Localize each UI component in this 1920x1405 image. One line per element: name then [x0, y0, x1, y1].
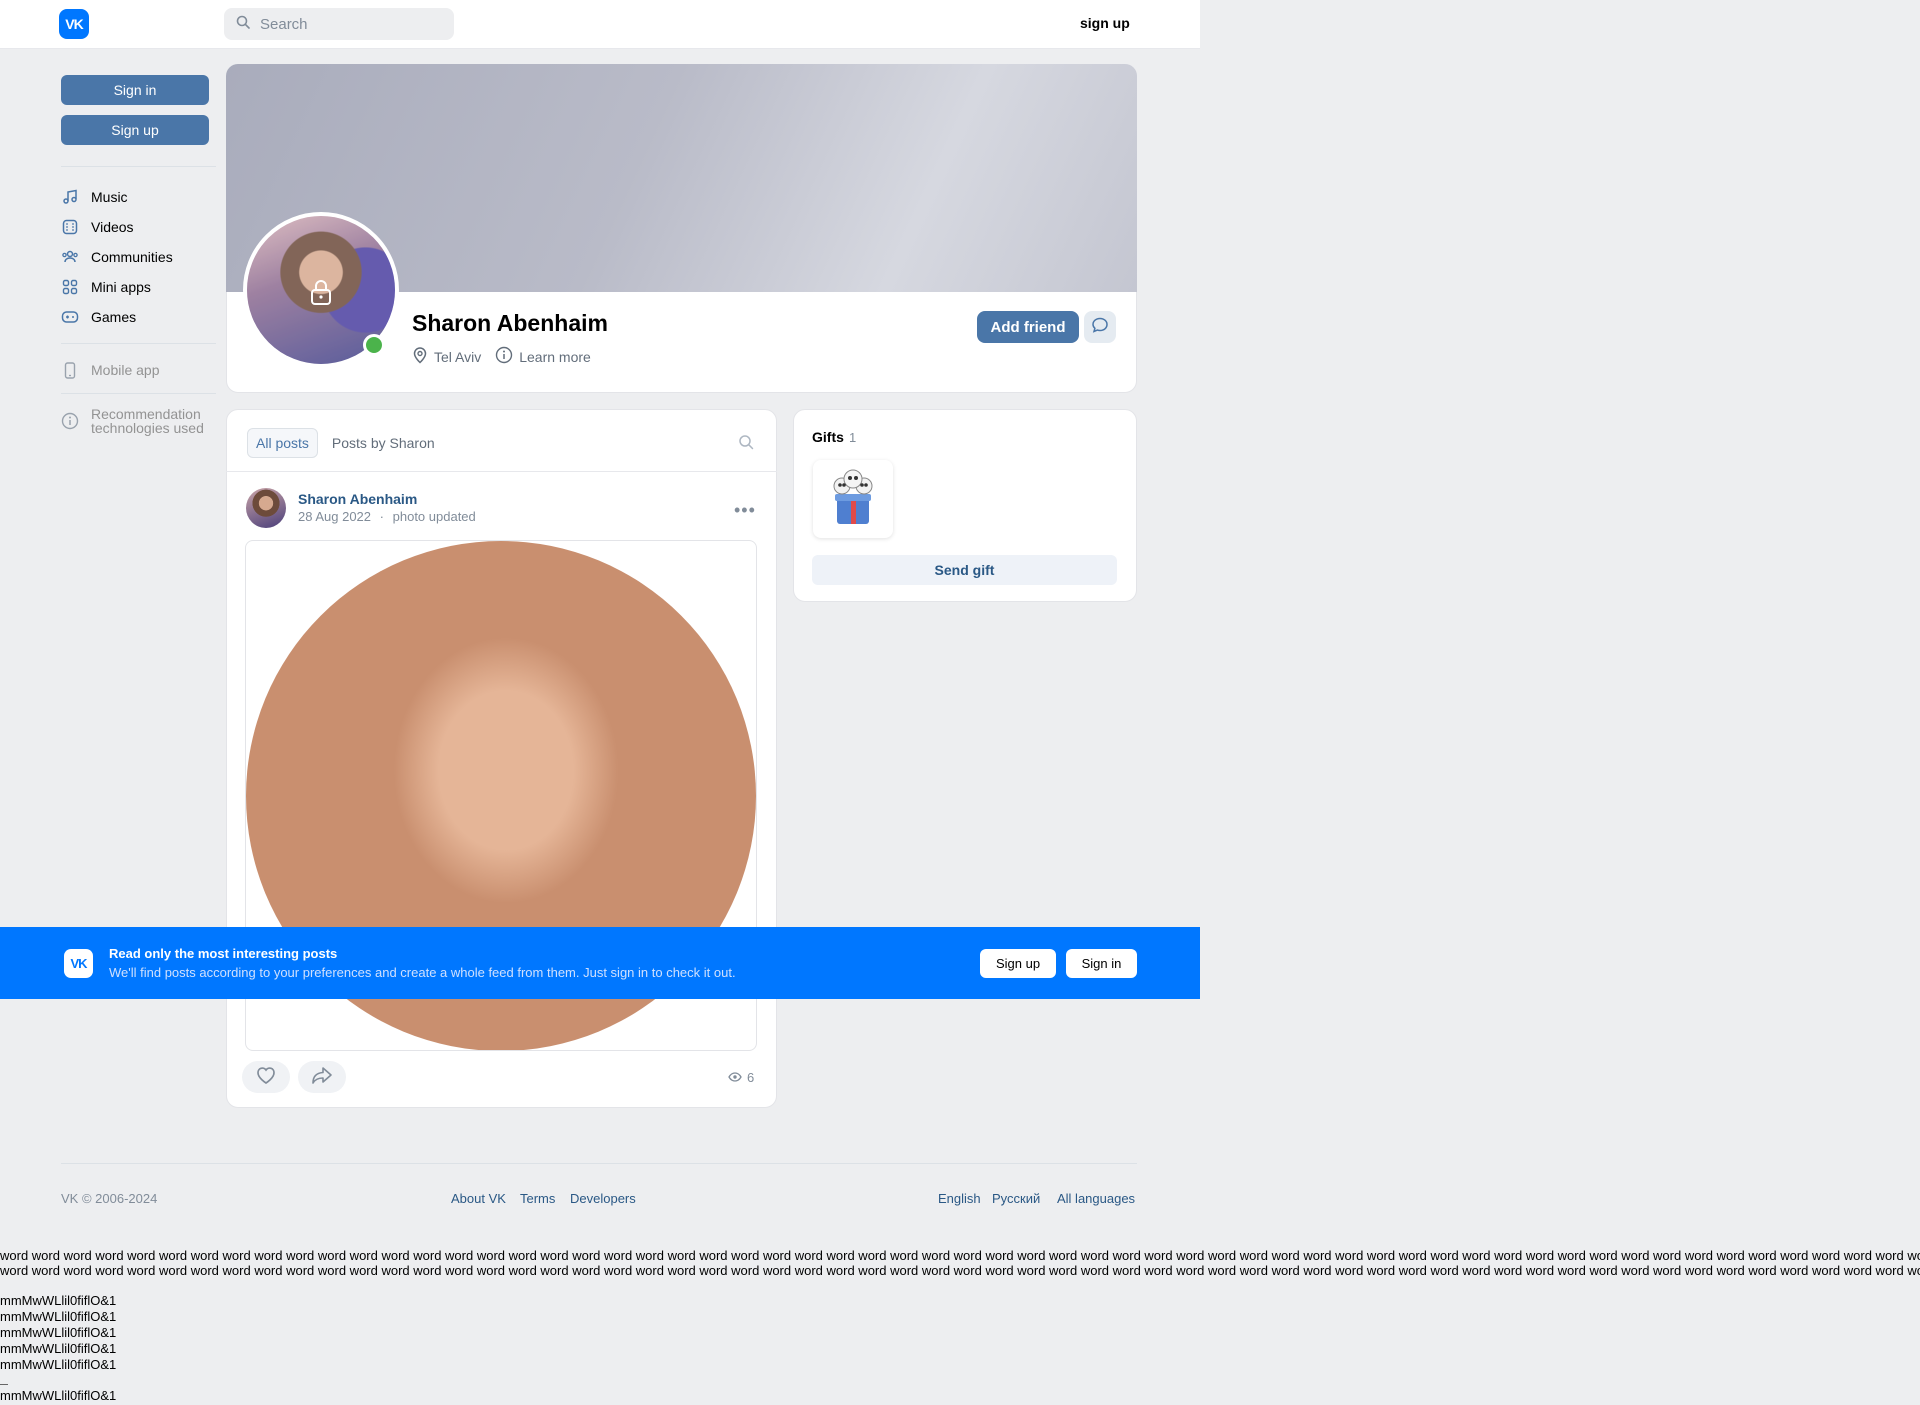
share-button[interactable] — [298, 1061, 346, 1093]
recommendation-line1: Recommendation — [91, 406, 201, 422]
recommendation-line2: technologies used — [91, 420, 204, 436]
filler-glyph-line: mmMwWLlil0fiflO&1 — [0, 1293, 117, 1308]
posts-tabs: All posts Posts by Sharon — [247, 428, 449, 458]
online-status-dot — [363, 334, 385, 356]
filler-word-block: word word word word word word word word … — [0, 1248, 1920, 1278]
location: Tel Aviv — [412, 346, 481, 367]
learn-more-link[interactable]: Learn more — [495, 346, 591, 367]
post-meta: 28 Aug 2022 · photo updated — [298, 509, 476, 524]
phone-icon — [61, 361, 79, 379]
views-count: 6 — [728, 1070, 754, 1085]
post-date[interactable]: 28 Aug 2022 — [298, 509, 371, 524]
footer-lang-russian[interactable]: Русский — [992, 1191, 1040, 1206]
sidebar-item-label: Communities — [91, 249, 173, 265]
sidebar-sign-up-button[interactable]: Sign up — [61, 115, 209, 145]
post-meta-separator: · — [379, 509, 384, 524]
sidebar-item-label: Mobile app — [91, 362, 160, 378]
post-author-avatar[interactable] — [246, 488, 286, 528]
filler-word-line: word word word word word word word word … — [0, 1248, 1920, 1263]
profile-name: Sharon Abenhaim — [412, 310, 608, 336]
profile-meta: Tel Aviv Learn more — [412, 346, 605, 367]
filler-glyph-line: mmMwWLlil0fiflO&1 — [0, 1388, 117, 1403]
send-gift-button[interactable]: Send gift — [812, 555, 1117, 585]
filler-glyph-line: mmMwWLlil0fiflO&1 — [0, 1357, 117, 1372]
learn-more-label: Learn more — [519, 348, 591, 365]
communities-icon — [61, 248, 79, 266]
sidebar-item-music[interactable]: Music — [61, 184, 128, 210]
tab-posts-by-sharon[interactable]: Posts by Sharon — [324, 429, 443, 457]
sidebar-item-label: Mini apps — [91, 279, 151, 295]
eye-icon — [728, 1070, 747, 1085]
heart-icon — [255, 1065, 277, 1090]
post-action: photo updated — [392, 509, 476, 524]
video-icon — [61, 218, 79, 236]
footer-divider — [61, 1163, 1137, 1164]
sidebar-item-label: Music — [91, 189, 128, 205]
gift-item[interactable] — [813, 460, 893, 538]
footer-copyright: VK © 2006-2024 — [61, 1191, 158, 1206]
footer-link-about[interactable]: About VK — [451, 1191, 506, 1206]
add-friend-button[interactable]: Add friend — [977, 311, 1079, 343]
posts-divider — [226, 471, 777, 472]
more-options-icon[interactable]: ••• — [734, 500, 756, 521]
filler-glyph-line: mmMwWLlil0fiflO&1 — [0, 1341, 117, 1356]
sidebar-divider — [61, 393, 216, 394]
sidebar-item-videos[interactable]: Videos — [61, 214, 134, 240]
banner-sign-up-button[interactable]: Sign up — [980, 949, 1056, 978]
location-text: Tel Aviv — [434, 348, 482, 365]
share-icon — [311, 1065, 333, 1090]
footer-link-developers[interactable]: Developers — [570, 1191, 636, 1206]
sidebar-divider — [61, 343, 216, 344]
sidebar-divider — [61, 166, 216, 167]
search-icon — [236, 15, 250, 34]
info-icon — [61, 412, 79, 430]
search-box[interactable] — [224, 8, 454, 40]
footer-link-terms[interactable]: Terms — [520, 1191, 555, 1206]
views-value: 6 — [747, 1070, 755, 1085]
sidebar-item-recommendations[interactable]: Recommendation technologies used — [61, 407, 204, 435]
message-icon — [1091, 316, 1109, 339]
top-header — [0, 0, 1200, 49]
gifts-title[interactable]: Gifts — [812, 429, 844, 445]
post-author-name[interactable]: Sharon Abenhaim — [298, 491, 417, 507]
sidebar-sign-in-button[interactable]: Sign in — [61, 75, 209, 105]
lock-icon — [308, 278, 334, 311]
banner-title: Read only the most interesting posts — [109, 946, 338, 961]
mini-apps-icon — [61, 278, 79, 296]
vk-logo[interactable]: VK — [59, 9, 89, 39]
sidebar-item-games[interactable]: Games — [61, 304, 136, 330]
search-input[interactable] — [258, 14, 442, 34]
footer-lang-english[interactable]: English — [938, 1191, 981, 1206]
info-icon — [495, 346, 519, 367]
filler-glyph-line: mmMwWLlil0fiflO&1 — [0, 1325, 117, 1340]
gamepad-icon — [61, 308, 79, 326]
location-pin-icon — [412, 346, 434, 367]
filler-word-line: word word word word word word word word … — [0, 1263, 1920, 1278]
filler-glyph-line: mmMwWLlil0fiflO&1 — [0, 1309, 117, 1324]
tab-all-posts[interactable]: All posts — [247, 428, 318, 458]
gifts-count: 1 — [849, 430, 857, 445]
banner-vk-logo: VK — [64, 949, 93, 978]
banner-sign-in-button[interactable]: Sign in — [1066, 949, 1137, 978]
message-button[interactable] — [1084, 311, 1116, 343]
music-icon — [61, 188, 79, 206]
filler-rule — [0, 1384, 8, 1385]
header-signup-link[interactable]: sign up — [1080, 15, 1130, 31]
footer-lang-all[interactable]: All languages — [1057, 1191, 1135, 1206]
sidebar-item-label: Videos — [91, 219, 134, 235]
posts-search-icon[interactable] — [738, 434, 754, 455]
sidebar-item-label: Games — [91, 309, 137, 325]
banner-subtitle: We'll find posts according to your prefe… — [109, 965, 736, 980]
sidebar-item-mobile-app[interactable]: Mobile app — [61, 357, 160, 383]
sidebar-item-communities[interactable]: Communities — [61, 244, 173, 270]
sidebar-item-mini-apps[interactable]: Mini apps — [61, 274, 151, 300]
like-button[interactable] — [242, 1061, 290, 1093]
gift-box-icon — [825, 466, 881, 533]
